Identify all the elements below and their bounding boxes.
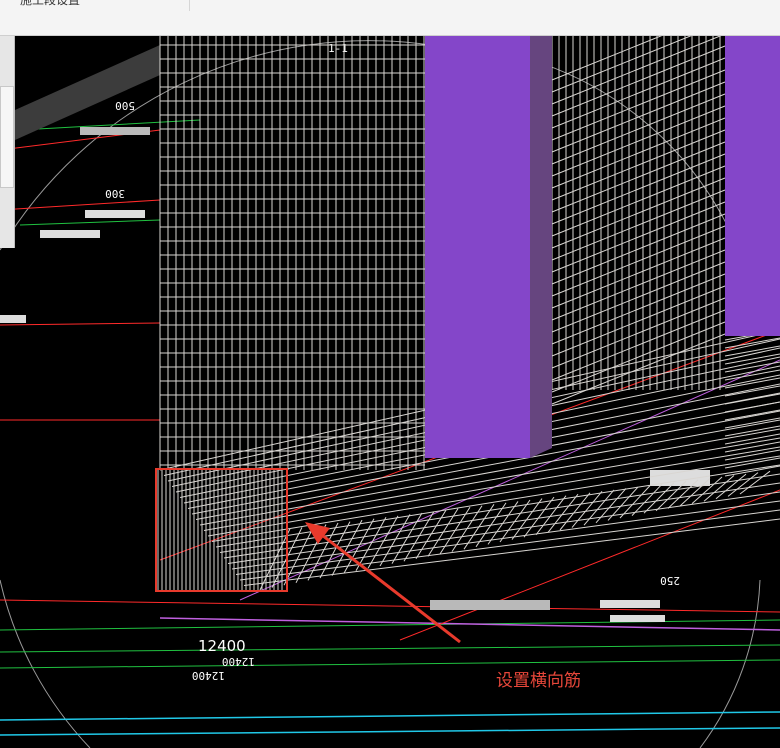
column-front — [425, 36, 530, 458]
annotation-label: 设置横向筋 — [496, 671, 581, 691]
panel-handle[interactable] — [0, 86, 14, 188]
svg-text:500: 500 — [115, 99, 135, 112]
left-side-panel[interactable] — [0, 36, 15, 248]
column-side — [530, 36, 552, 458]
svg-text:12400: 12400 — [222, 655, 255, 668]
model-3d-viewport[interactable]: 500 300 250 12400 12400 1-1 — [0, 36, 780, 748]
svg-text:250: 250 — [660, 574, 680, 587]
tab-label: 施工段设置 — [20, 0, 81, 7]
top-toolbar: 施工段设置 — [0, 0, 780, 36]
dimension-label: 12400 — [198, 637, 246, 655]
svg-text:12400: 12400 — [192, 669, 225, 682]
column-right — [725, 36, 780, 336]
svg-text:1-1: 1-1 — [328, 42, 348, 55]
svg-text:300: 300 — [105, 187, 125, 200]
tab-construction-segment-settings[interactable]: 施工段设置 — [0, 0, 190, 11]
